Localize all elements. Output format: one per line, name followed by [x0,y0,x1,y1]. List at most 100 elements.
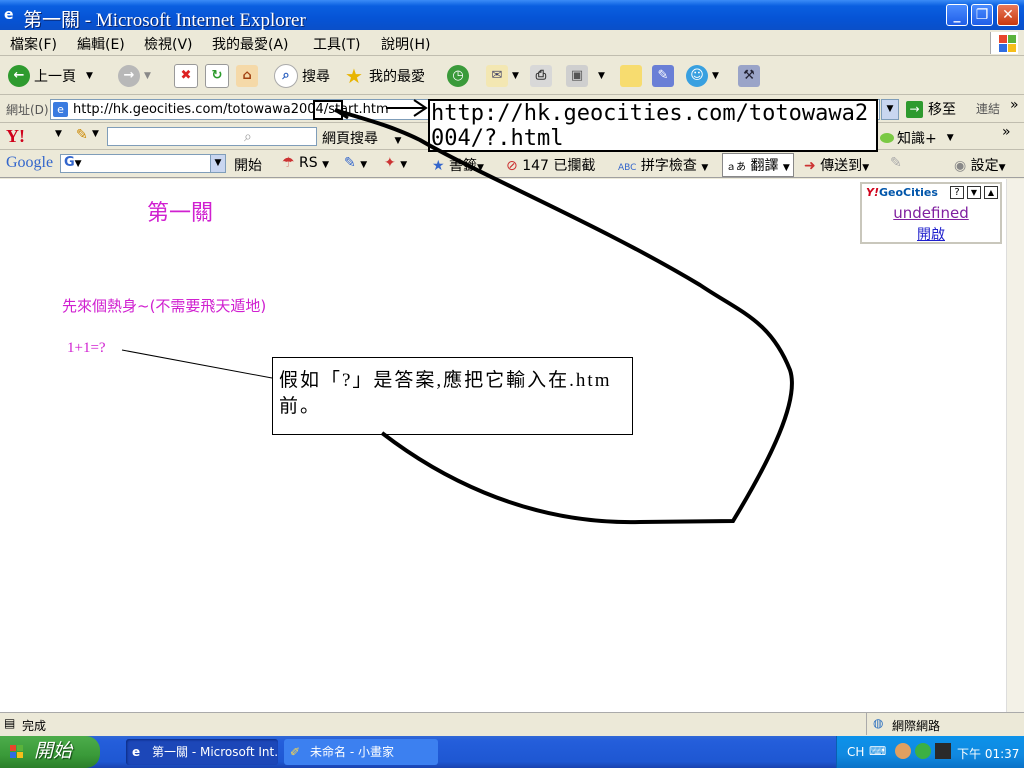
taskbar-item-ie[interactable]: e 第一關 - Microsoft Int... [126,739,278,765]
menu-edit[interactable]: 編輯(E) [77,34,125,54]
menu-bar: 檔案(F) 編輯(E) 檢視(V) 我的最愛(A) 工具(T) 說明(H) [0,30,1024,56]
research-button[interactable]: ✎ [652,63,678,89]
minimize-button[interactable]: _ [946,4,968,26]
mail-button[interactable]: ✉ ▼ [486,63,519,89]
yahoo-menu-arrow-icon[interactable]: ▼ [55,129,62,139]
edit-icon: ▣ [566,65,588,87]
tools-icon: ⚒ [738,65,760,87]
yahoo-search-input[interactable] [107,127,317,146]
knowledge-button[interactable]: 知識+ ▼ [880,128,954,148]
warmup-text: 先來個熱身~(不需要飛天遁地) [62,297,267,315]
bookmarks-button[interactable]: ★ 書籤▼ [432,155,484,175]
settings-button[interactable]: ◉ 設定▼ [954,155,1006,175]
standard-toolbar: ← 上一頁 ▼ → ▼ ✖ ↻ ⌂ ⌕ 搜尋 ★ 我的最愛 ◷ ✉ ▼ ⎙ ▣ … [0,57,1024,95]
google-search-input[interactable]: G▼ [60,154,226,173]
note-icon [620,65,642,87]
google-dropdown-button[interactable]: ▼ [210,154,226,173]
favorites-button[interactable]: ★ 我的最愛 [343,63,425,89]
menu-view[interactable]: 檢視(V) [144,34,193,54]
globe-icon: ◍ [873,716,884,730]
vertical-scrollbar[interactable] [1006,179,1024,712]
tools-button[interactable]: ⚒ [738,63,764,89]
refresh-button[interactable]: ↻ [205,63,233,89]
back-button[interactable]: ← 上一頁 ▼ [8,63,93,89]
discuss-button[interactable] [620,63,646,89]
collapse-down-button[interactable]: ▼ [967,186,981,199]
forward-button[interactable]: → ▼ [118,63,151,89]
yahoo-search-icon: ⌕ [244,129,252,145]
eraser-icon[interactable]: ✎ [890,155,902,171]
edit-button[interactable]: ▣ ▼ [566,63,605,89]
maximize-button[interactable]: ❐ [971,4,993,26]
popup-icon[interactable]: ✦ ▼ [384,155,407,171]
tray-monitor-icon[interactable] [935,743,951,759]
lang-indicator[interactable]: CH [847,745,864,759]
history-button[interactable]: ◷ [447,63,473,89]
yahoo-chevron-icon[interactable]: » [1002,124,1011,140]
taskbar: 開始 e 第一關 - Microsoft Int... ✐ 未命名 - 小畫家 … [0,736,1024,768]
go-label: 移至 [928,102,956,118]
knowledge-icon [880,133,894,143]
menu-tools[interactable]: 工具(T) [313,34,360,54]
windows-logo-icon [990,32,1018,54]
google-g-icon: G [64,155,75,170]
tray-expand-icon[interactable] [895,743,911,759]
go-button[interactable]: → 移至 [906,99,956,119]
search-icon: ⌕ [274,64,298,88]
web-search-label: 網頁搜尋 [322,131,378,147]
spellcheck-button[interactable]: ABC 拼字檢查 ▼ [618,155,708,175]
status-bar: ▤ 完成 ◍ 網際網路 [0,712,1024,735]
links-label[interactable]: 連結 [976,100,1000,117]
translate-button[interactable]: ａあ 翻譯 ▼ [722,153,794,177]
taskbar-paint-label: 未命名 - 小畫家 [310,745,394,759]
home-button[interactable]: ⌂ [236,63,262,89]
close-button[interactable]: ✕ [997,4,1019,26]
clock[interactable]: 下午 01:37 [957,745,1019,762]
yahoo-logo[interactable]: Y! [6,126,25,147]
stop-button[interactable]: ✖ [174,63,202,89]
menu-help[interactable]: 說明(H) [381,34,430,54]
go-arrow-icon: → [906,100,923,118]
messenger-button[interactable]: ☺ ▼ [686,63,719,89]
ie-icon: e [4,7,14,23]
address-dropdown-button[interactable]: ▼ [881,99,899,120]
back-arrow-icon: ← [8,65,30,87]
search-button[interactable]: ⌕ 搜尋 [274,63,330,89]
pencil-arrow-icon[interactable]: ▼ [92,129,99,139]
links-chevron-icon[interactable]: » [1010,97,1019,113]
popup-blocked-button[interactable]: ⊘ 147 已攔截 [506,155,595,175]
taskbar-item-paint[interactable]: ✐ 未命名 - 小畫家 [284,739,438,765]
back-label: 上一頁 [34,69,76,85]
rs-button[interactable]: ☂ RS ▼ [282,155,329,171]
google-start-button[interactable]: 開始 [234,155,262,175]
title-bar[interactable]: e 第一關 - Microsoft Internet Explorer _ ❐ … [0,0,1024,31]
start-highlight-box [313,100,343,120]
tray-app-icon[interactable] [915,743,931,759]
keyboard-icon[interactable]: ⌨ [869,744,886,758]
menu-file[interactable]: 檔案(F) [10,34,57,54]
send-to-button[interactable]: ➜ 傳送到▼ [804,155,869,175]
mail-icon: ✉ [486,65,508,87]
taskbar-ie-label: 第一關 - Microsoft Int... [152,745,278,759]
stop-icon: ✖ [174,64,198,88]
geocities-widget: Y!GeoCities ? ▼ ▲ undefined 開啟 [860,182,1002,244]
print-button[interactable]: ⎙ [530,63,556,89]
geocities-logo: Y!GeoCities [866,186,938,199]
address-label: 網址(D) [6,103,49,117]
menu-favorites[interactable]: 我的最愛(A) [212,34,289,54]
open-link[interactable]: 開啟 [862,224,1000,244]
refresh-icon: ↻ [205,64,229,88]
pencil-icon[interactable]: ✎ [76,127,88,143]
research-icon: ✎ [652,65,674,87]
help-button[interactable]: ? [950,186,964,199]
question-text: 1+1=? [67,340,106,356]
google-toolbar: Google G▼ ▼ 開始 ☂ RS ▼ ✎ ▼ ✦ ▼ ★ 書籤▼ ⊘ 14… [0,151,1024,178]
knowledge-label: 知識+ [897,131,937,147]
collapse-up-button[interactable]: ▲ [984,186,998,199]
messenger-icon: ☺ [686,65,708,87]
undefined-link[interactable]: undefined [862,204,1000,222]
highlight-icon[interactable]: ✎ ▼ [344,155,367,171]
web-search-button[interactable]: 網頁搜尋 ▼ [322,128,401,148]
favorites-label: 我的最愛 [369,69,425,85]
url-hint-box: http://hk.geocities.com/totowawa2004/?.h… [428,99,878,152]
